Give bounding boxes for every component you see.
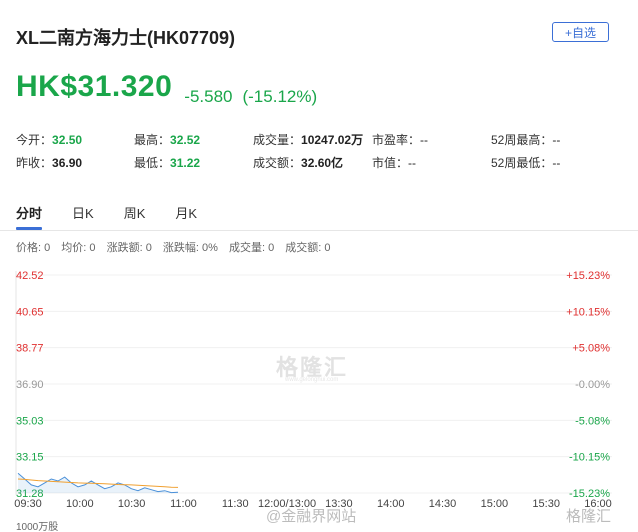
info-price: 价格: 0 bbox=[16, 242, 51, 254]
y-tick-label-right: +5.08% bbox=[572, 343, 610, 355]
prev-close-value: 36.90 bbox=[52, 156, 83, 170]
prev-close-label: 昨收： bbox=[16, 156, 53, 170]
tab-divider bbox=[0, 230, 638, 231]
open-value: 32.50 bbox=[52, 133, 83, 147]
x-tick-label: 09:30 bbox=[14, 498, 42, 510]
current-price: HK$31.320 bbox=[16, 70, 173, 103]
crosshair-info-bar: 价格: 0 均价: 0 涨跌额: 0 涨跌幅: 0% 成交量: 0 成交额: 0 bbox=[16, 239, 339, 255]
x-tick-label: 14:30 bbox=[429, 498, 457, 510]
info-change-amount: 涨跌额: 0 bbox=[106, 242, 152, 254]
add-watchlist-button[interactable]: +自选 bbox=[552, 22, 609, 42]
turnover-value: 32.60亿 bbox=[301, 156, 344, 170]
y-tick-label-left: 36.90 bbox=[16, 379, 44, 391]
y-tick-label-left: 40.65 bbox=[16, 306, 44, 318]
y-tick-label-left: 35.03 bbox=[16, 415, 44, 427]
change-amount: -5.580 bbox=[184, 87, 233, 106]
x-tick-label: 15:00 bbox=[481, 498, 509, 510]
low-value: 31.22 bbox=[170, 156, 201, 170]
stats-row-2: 昨收：36.90 最低：31.22 成交额：32.60亿 市值：-- 52周最低… bbox=[16, 154, 626, 177]
open-label: 今开： bbox=[16, 133, 53, 147]
y-tick-label-right: +10.15% bbox=[566, 306, 610, 318]
weibo-watermark: @金融界网站 bbox=[266, 508, 357, 525]
x-tick-label: 14:00 bbox=[377, 498, 405, 510]
info-volume: 成交量: 0 bbox=[228, 242, 275, 254]
w52-high-value: -- bbox=[552, 133, 561, 147]
volume-unit-label: 1000万股 bbox=[16, 522, 59, 532]
price-change: -5.580 (-15.12%) bbox=[184, 87, 327, 107]
volume-value: 10247.02万 bbox=[301, 133, 364, 147]
high-value: 32.52 bbox=[170, 133, 201, 147]
chart-series bbox=[17, 472, 179, 494]
volume-label: 成交量： bbox=[253, 133, 302, 147]
low-label: 最低： bbox=[134, 156, 171, 170]
tab-weekly-k[interactable]: 周K bbox=[124, 203, 146, 230]
y-tick-label-right: -0.00% bbox=[575, 379, 610, 391]
tab-intraday[interactable]: 分时 bbox=[16, 203, 43, 230]
info-turnover: 成交额: 0 bbox=[285, 242, 331, 254]
x-tick-label: 11:30 bbox=[222, 498, 249, 510]
y-axis-left: 42.5240.6538.7736.9035.0333.1531.28 bbox=[16, 270, 44, 500]
y-tick-label-right: -5.08% bbox=[575, 415, 610, 427]
y-tick-label-left: 42.52 bbox=[16, 270, 44, 282]
intraday-chart[interactable]: 42.5240.6538.7736.9035.0333.1531.28 +15.… bbox=[0, 258, 638, 532]
x-tick-label: 10:30 bbox=[118, 498, 146, 510]
change-percent: (-15.12%) bbox=[242, 87, 318, 106]
tab-daily-k[interactable]: 日K bbox=[72, 203, 94, 230]
gelonghui-logo: 格隆汇 bbox=[566, 508, 612, 525]
y-tick-label-left: 33.15 bbox=[16, 452, 44, 464]
stats-row-1: 今开：32.50 最高：32.52 成交量：10247.02万 市盈率：-- 5… bbox=[16, 131, 626, 154]
x-tick-label: 10:00 bbox=[66, 498, 94, 510]
pe-label: 市盈率： bbox=[372, 133, 421, 147]
mcap-label: 市值： bbox=[372, 156, 409, 170]
y-tick-label-right: +15.23% bbox=[566, 270, 610, 282]
mcap-value: -- bbox=[408, 156, 417, 170]
w52-low-value: -- bbox=[552, 156, 561, 170]
y-axis-right: +15.23%+10.15%+5.08%-0.00%-5.08%-10.15%-… bbox=[566, 270, 610, 500]
w52-high-label: 52周最高： bbox=[491, 133, 553, 147]
info-avg: 均价: 0 bbox=[61, 242, 96, 254]
tab-monthly-k[interactable]: 月K bbox=[175, 203, 197, 230]
info-change-pct: 涨跌幅: 0% bbox=[162, 242, 218, 254]
turnover-label: 成交额： bbox=[253, 156, 302, 170]
stock-title: XL二南方海力士(HK07709) bbox=[16, 28, 236, 48]
quote-row: HK$31.320 -5.580 (-15.12%) bbox=[16, 70, 327, 107]
chart-grid bbox=[15, 271, 612, 495]
stats-panel: 今开：32.50 最高：32.52 成交量：10247.02万 市盈率：-- 5… bbox=[16, 131, 626, 177]
pe-value: -- bbox=[420, 133, 429, 147]
x-tick-label: 11:00 bbox=[170, 498, 197, 510]
chart-tabs: 分时 日K 周K 月K bbox=[16, 203, 227, 230]
y-tick-label-left: 38.77 bbox=[16, 343, 44, 355]
high-label: 最高： bbox=[134, 133, 171, 147]
w52-low-label: 52周最低： bbox=[491, 156, 553, 170]
y-tick-label-right: -10.15% bbox=[569, 452, 610, 464]
x-tick-label: 15:30 bbox=[532, 498, 560, 510]
